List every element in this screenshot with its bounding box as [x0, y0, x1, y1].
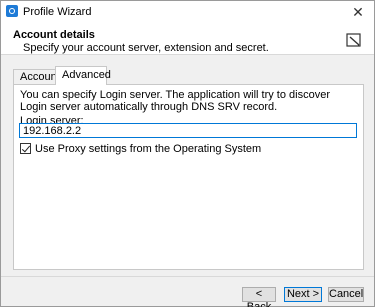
- wizard-header: Account details Specify your account ser…: [1, 23, 374, 55]
- proxy-checkbox[interactable]: [20, 143, 31, 154]
- title-bar: Profile Wizard ✕: [1, 1, 374, 23]
- footer-divider: [1, 276, 374, 277]
- window-title: Profile Wizard: [23, 6, 92, 18]
- next-button[interactable]: Next >: [284, 287, 322, 302]
- tab-account[interactable]: Account: [13, 69, 60, 84]
- login-server-input[interactable]: [19, 123, 357, 138]
- app-icon: [6, 5, 18, 17]
- advanced-panel: You can specify Login server. The applic…: [13, 84, 364, 270]
- close-icon[interactable]: ✕: [350, 4, 366, 20]
- header-subtitle: Specify your account server, extension a…: [23, 42, 269, 54]
- back-button[interactable]: < Back: [242, 287, 276, 307]
- proxy-label: Use Proxy settings from the Operating Sy…: [35, 143, 262, 155]
- server-description: You can specify Login server. The applic…: [20, 89, 330, 113]
- profile-wizard-window: Profile Wizard ✕ Account details Specify…: [0, 0, 375, 307]
- header-title: Account details: [13, 29, 95, 41]
- edit-form-icon: [346, 33, 361, 47]
- cancel-button[interactable]: Cancel: [328, 287, 364, 302]
- tab-advanced[interactable]: Advanced: [55, 66, 111, 85]
